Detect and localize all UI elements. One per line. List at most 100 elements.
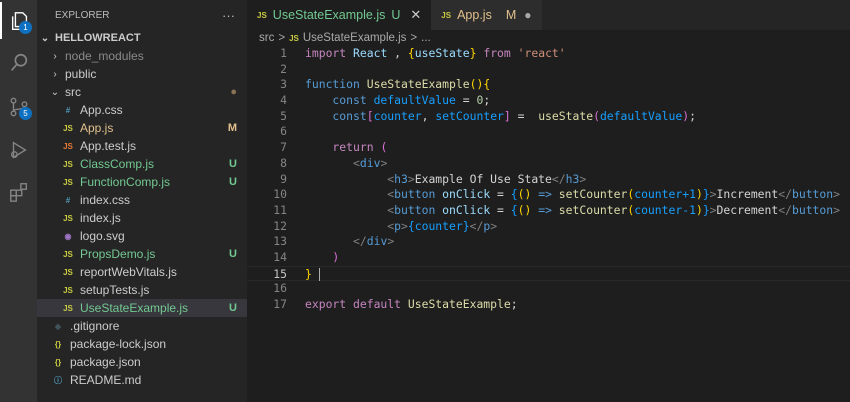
line-text: return ( [305, 140, 387, 156]
run-debug-activity[interactable] [0, 131, 37, 168]
git-status: M [227, 122, 237, 134]
chevron-down-icon: ⌄ [40, 32, 50, 44]
code-token: button [791, 187, 834, 202]
explorer-activity[interactable]: 1 [0, 2, 37, 39]
file-item[interactable]: {} package.json [37, 353, 247, 371]
code-editor[interactable]: 1 import React , {useState} from 'react' 2… [247, 46, 850, 313]
code-line: 14 ) [247, 250, 850, 266]
text-cursor [318, 267, 320, 281]
code-line: 2 [247, 62, 850, 78]
code-token: > [490, 218, 498, 233]
line-number: 16 [273, 281, 287, 296]
file-item[interactable]: JS FunctionComp.js U [37, 173, 247, 191]
file-item[interactable]: ⓘ README.md [37, 371, 247, 389]
code-token: > [709, 187, 717, 202]
code-line: 13 </div> [247, 234, 850, 250]
code-token: } [462, 218, 470, 233]
breadcrumb-file[interactable]: UseStateExample.js [303, 32, 407, 44]
code-token: </ [778, 187, 792, 202]
line-text: const defaultValue = 0; [305, 93, 490, 109]
code-token: UseStateExample [366, 77, 470, 92]
chevron-right-icon: > [410, 32, 418, 44]
file-item[interactable]: JS PropsDemo.js U [37, 245, 247, 263]
file-item[interactable]: JS UseStateExample.js U [37, 299, 247, 317]
file-item[interactable]: JS App.test.js [37, 137, 247, 155]
extensions-activity[interactable] [0, 173, 37, 210]
project-folder[interactable]: ⌄ HELLOWREACT [37, 29, 247, 47]
code-token: ; [510, 297, 518, 311]
close-icon[interactable]: ✕ [410, 7, 421, 23]
line-number: 3 [280, 77, 287, 92]
code-token: = [455, 93, 477, 108]
code-token: const [305, 108, 367, 123]
code-line: 16 [247, 281, 850, 297]
file-item[interactable]: ◉ logo.svg [37, 227, 247, 245]
code-token: ; [689, 108, 696, 123]
code-line: 4 const defaultValue = 0; [247, 93, 850, 109]
git-status: U [229, 302, 237, 314]
source-control-activity[interactable]: 5 [0, 88, 37, 125]
code-token: setCounter [558, 187, 628, 202]
code-token: </ [469, 218, 484, 233]
code-token: } [702, 202, 710, 217]
code-token: () [517, 202, 539, 217]
explorer-title: EXPLORER [55, 9, 110, 21]
code-token: } [702, 187, 710, 202]
code-token: setCounter [435, 108, 504, 123]
file-item[interactable]: JS setupTests.js [37, 281, 247, 299]
file-item[interactable]: # index.css [37, 191, 247, 209]
code-token: onClick [442, 202, 491, 217]
line-number: 5 [280, 108, 287, 123]
more-actions-button[interactable]: ··· [222, 8, 235, 23]
code-token: button [394, 202, 443, 217]
code-line: 17 export default UseStateExample; [247, 297, 850, 313]
code-token: ( [380, 140, 388, 155]
code-token: > [401, 218, 408, 233]
file-type-icon: ⓘ [54, 375, 62, 385]
code-token: ( [593, 108, 600, 123]
code-token: onClick [442, 187, 491, 202]
code-line: 10 <button onClick = {() => setCounter(c… [247, 187, 850, 203]
unsaved-dot-icon[interactable]: ● [524, 8, 531, 22]
breadcrumb-more[interactable]: ... [421, 32, 431, 44]
code-token: = [490, 202, 511, 217]
line-text: <button onClick = {() => setCounter(coun… [305, 187, 840, 203]
code-token: setCounter [558, 202, 628, 217]
file-item[interactable]: ◆ .gitignore [37, 317, 247, 335]
line-number: 9 [280, 171, 287, 186]
line-number: 4 [280, 93, 287, 108]
file-item[interactable]: JS App.js M [37, 119, 247, 137]
code-token: ) [305, 249, 340, 264]
file-item[interactable]: JS reportWebVitals.js [37, 263, 247, 281]
code-token: () [517, 187, 539, 202]
line-text: const[counter, setCounter] = useState(de… [305, 109, 696, 125]
code-token: { [510, 187, 518, 202]
breadcrumb-folder[interactable]: src [259, 32, 274, 44]
code-line: 1 import React , {useState} from 'react' [247, 46, 850, 62]
file-item[interactable]: JS ClassComp.js U [37, 155, 247, 173]
search-activity[interactable] [0, 44, 37, 81]
file-type-icon: {} [54, 339, 62, 349]
line-number: 8 [280, 155, 287, 170]
file-type-icon: JS [63, 267, 73, 277]
folder-item[interactable]: › node_modules [37, 47, 247, 65]
code-token: > [833, 187, 840, 202]
item-label: index.js [80, 211, 121, 225]
line-text: <p>{counter}</p> [305, 219, 497, 235]
file-type-icon: {} [54, 357, 62, 367]
item-label: index.css [80, 193, 131, 207]
folder-item[interactable]: › public [37, 65, 247, 83]
file-item[interactable]: # App.css [37, 101, 247, 119]
code-token: 'react' [517, 46, 566, 60]
tab-usestateexample[interactable]: JS UseStateExample.js U ✕ [247, 0, 432, 30]
js-file-icon: JS [257, 10, 267, 20]
file-item[interactable]: {} package-lock.json [37, 335, 247, 353]
folder-item[interactable]: ⌄ src ● [37, 83, 247, 101]
tab-app-js[interactable]: JS App.js M ● [431, 0, 542, 30]
file-item[interactable]: JS index.js [37, 209, 247, 227]
line-number: 12 [273, 218, 287, 233]
code-token: useState [414, 46, 470, 60]
